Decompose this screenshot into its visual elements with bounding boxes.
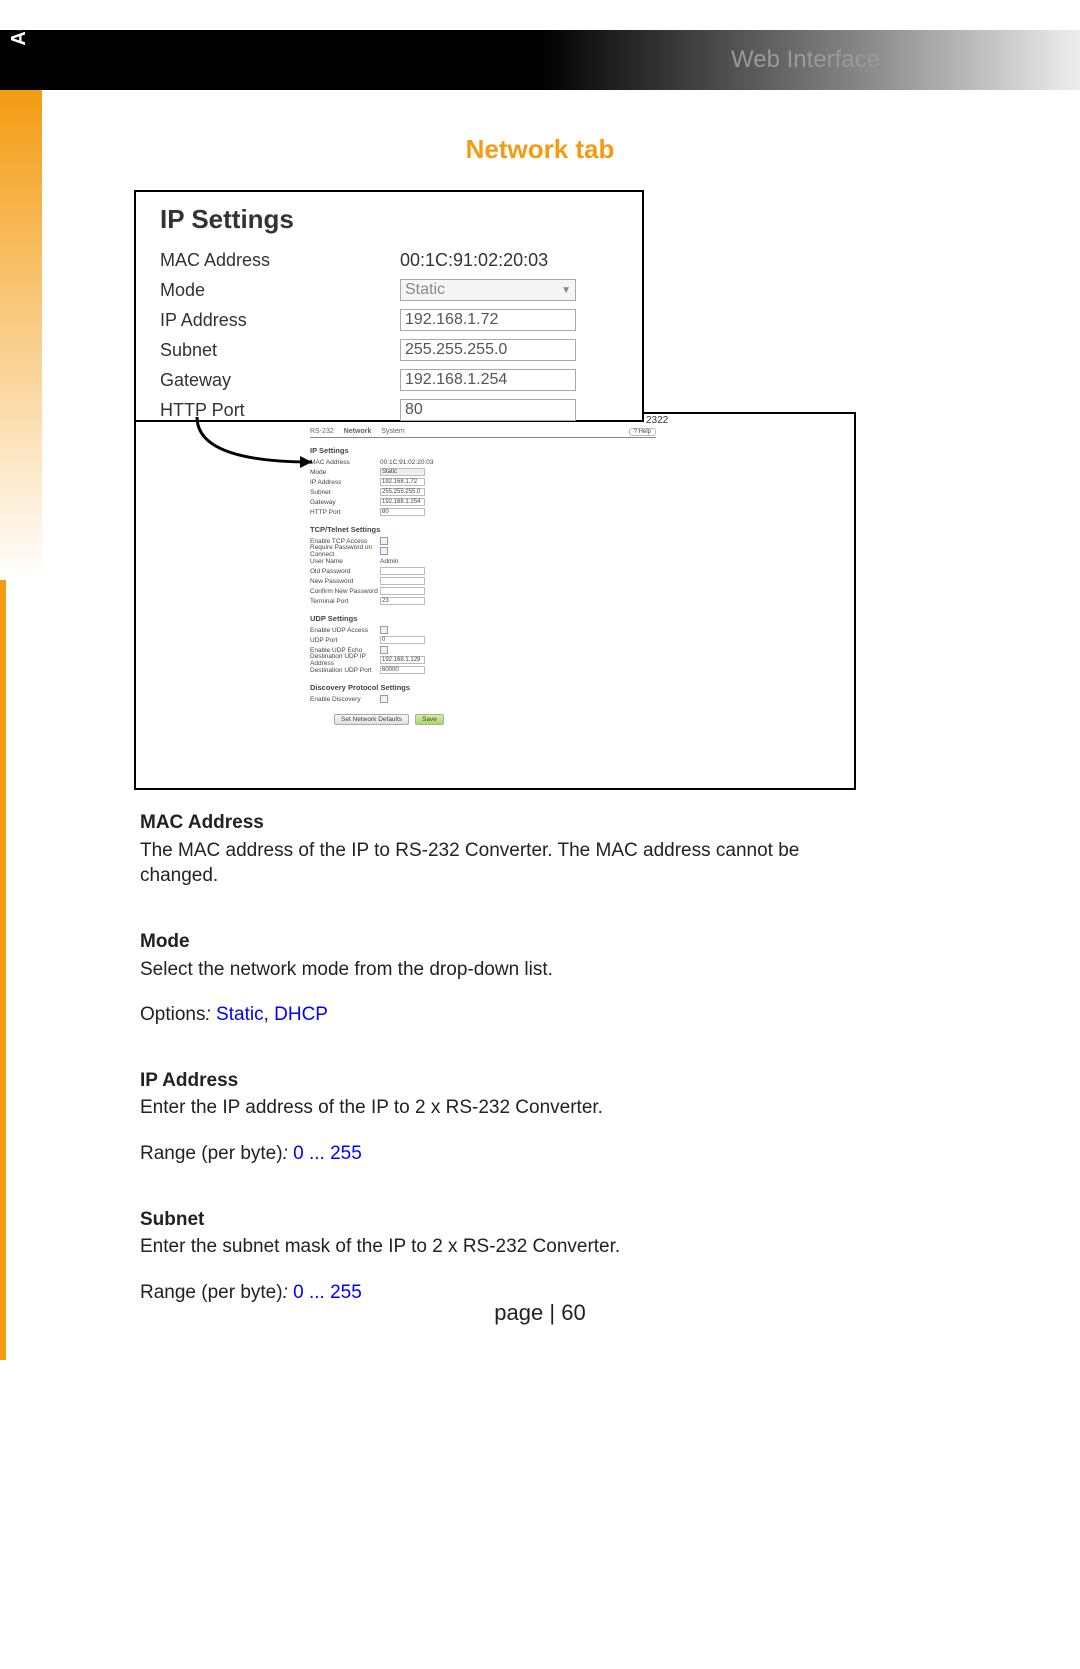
zoom-mac-label: MAC Address bbox=[160, 250, 400, 271]
mini-disc-en-check[interactable] bbox=[380, 695, 388, 703]
page-footer: page | 60 bbox=[0, 1300, 1080, 1326]
mini-subnet-label: Subnet bbox=[310, 489, 380, 496]
zoom-gateway-input[interactable]: 192.168.1.254 bbox=[400, 369, 576, 391]
section-title: Network tab bbox=[0, 134, 1080, 165]
doc-subnet-title: Subnet bbox=[140, 1207, 870, 1233]
mini-gateway-label: Gateway bbox=[310, 499, 380, 506]
mini-mode-select[interactable]: Static bbox=[380, 468, 425, 476]
header-band: Web Interface bbox=[0, 30, 1080, 90]
mini-tcp-req-check[interactable] bbox=[380, 547, 388, 555]
doc-ip-body: Enter the IP address of the IP to 2 x RS… bbox=[140, 1095, 870, 1121]
mini-ip-label: IP Address bbox=[310, 479, 380, 486]
doc-mode-opt1: Static bbox=[216, 1004, 264, 1025]
mini-tcp-term-input[interactable]: 23 bbox=[380, 597, 425, 605]
mini-tcp-conf-label: Confirm New Password bbox=[310, 588, 380, 595]
mini-udp-dip-input[interactable]: 192.168.1.129 bbox=[380, 656, 425, 664]
mini-tcp-title: TCP/Telnet Settings bbox=[310, 525, 656, 534]
mini-mac-value: 00:1C:91:02:20:03 bbox=[380, 459, 434, 466]
doc-ip-range: Range (per byte): 0 ... 255 bbox=[140, 1141, 870, 1167]
mini-help-button[interactable]: ? Help bbox=[629, 428, 656, 436]
footer-label: page bbox=[494, 1300, 543, 1325]
zoom-mode-select[interactable]: Static ▼ bbox=[400, 279, 576, 301]
mini-udp-en-check[interactable] bbox=[380, 626, 388, 634]
mini-mac-label: MAC Address bbox=[310, 459, 380, 466]
doc-mode-options-pre: Options bbox=[140, 1004, 205, 1025]
zoom-gateway-label: Gateway bbox=[160, 370, 400, 391]
mini-udp-echo-check[interactable] bbox=[380, 646, 388, 654]
code-right: 2322 bbox=[646, 415, 668, 426]
zoom-subnet-label: Subnet bbox=[160, 340, 400, 361]
mini-udp-dip-label: Destination UDP IP Address bbox=[310, 653, 380, 667]
mini-tcp-old-input[interactable] bbox=[380, 567, 425, 575]
mini-http-label: HTTP Port bbox=[310, 509, 380, 516]
mini-subnet-input[interactable]: 255.255.255.0 bbox=[380, 488, 425, 496]
mini-udp-port-label: UDP Port bbox=[310, 637, 380, 644]
header-title: Web Interface bbox=[731, 46, 880, 74]
mini-tab-network[interactable]: Network bbox=[344, 428, 372, 436]
mini-tcp-user-value: Admin bbox=[380, 558, 398, 565]
doc-ip-range-val: 0 ... 255 bbox=[293, 1143, 362, 1164]
mini-tcp-new-input[interactable] bbox=[380, 577, 425, 585]
mini-udp-port-input[interactable]: 0 bbox=[380, 636, 425, 644]
doc-subnet-body: Enter the subnet mask of the IP to 2 x R… bbox=[140, 1234, 870, 1260]
doc-ip-title: IP Address bbox=[140, 1068, 870, 1094]
mini-mode-label: Mode bbox=[310, 469, 380, 476]
chevron-down-icon: ▼ bbox=[561, 285, 571, 296]
mini-save-button[interactable]: Save bbox=[415, 714, 444, 725]
doc-ip-range-pre: Range (per byte) bbox=[140, 1143, 283, 1164]
doc-mode-options: Options: Static, DHCP bbox=[140, 1002, 870, 1028]
mini-tab-system[interactable]: System bbox=[381, 428, 404, 436]
mini-tcp-en-check[interactable] bbox=[380, 537, 388, 545]
mini-disc-en-label: Enable Discovery bbox=[310, 696, 380, 703]
mini-tcp-req-label: Require Password on Connect bbox=[310, 544, 380, 558]
mini-gateway-input[interactable]: 192.168.1.254 bbox=[380, 498, 425, 506]
mini-tcp-conf-input[interactable] bbox=[380, 587, 425, 595]
mini-ip-title: IP Settings bbox=[310, 446, 656, 455]
mini-disc-title: Discovery Protocol Settings bbox=[310, 683, 656, 692]
mini-tcp-old-label: Old Password bbox=[310, 568, 380, 575]
doc-mac-title: MAC Address bbox=[140, 810, 870, 836]
mini-tcp-new-label: New Password bbox=[310, 578, 380, 585]
doc-mode-body: Select the network mode from the drop-do… bbox=[140, 957, 870, 983]
zoom-subnet-input[interactable]: 255.255.255.0 bbox=[400, 339, 576, 361]
mini-tcp-term-label: Terminal Port bbox=[310, 598, 380, 605]
mini-screenshot: RS-232 Network System ? Help IP Settings… bbox=[134, 412, 856, 790]
mini-tcp-user-label: User Name bbox=[310, 558, 380, 565]
mini-ip-input[interactable]: 192.168.1.72 bbox=[380, 478, 425, 486]
doc-mac-body: The MAC address of the IP to RS-232 Conv… bbox=[140, 838, 870, 889]
zoom-http-input[interactable]: 80 bbox=[400, 399, 576, 421]
zoom-ip-input[interactable]: 192.168.1.72 bbox=[400, 309, 576, 331]
mini-udp-dport-label: Destination UDP Port bbox=[310, 667, 380, 674]
zoom-mode-value: Static bbox=[405, 281, 445, 299]
mini-tab-rs232[interactable]: RS-232 bbox=[310, 428, 334, 436]
zoom-http-label: HTTP Port bbox=[160, 400, 400, 421]
mini-defaults-button[interactable]: Set Network Defaults bbox=[334, 714, 409, 725]
mini-http-input[interactable]: 80 bbox=[380, 508, 425, 516]
doc-mode-opt2: DHCP bbox=[274, 1004, 328, 1025]
footer-number: 60 bbox=[561, 1300, 585, 1325]
doc-mode-title: Mode bbox=[140, 929, 870, 955]
doc-body: MAC Address The MAC address of the IP to… bbox=[140, 810, 870, 1346]
mini-udp-dport-input[interactable]: 60000 bbox=[380, 666, 425, 674]
zoom-heading: IP Settings bbox=[160, 204, 618, 235]
zoom-ip-label: IP Address bbox=[160, 310, 400, 331]
mini-tabs: RS-232 Network System ? Help bbox=[310, 428, 656, 438]
zoom-mac-value: 00:1C:91:02:20:03 bbox=[400, 250, 548, 271]
zoom-mode-label: Mode bbox=[160, 280, 400, 301]
mini-udp-en-label: Enable UDP Access bbox=[310, 627, 380, 634]
mini-udp-title: UDP Settings bbox=[310, 614, 656, 623]
zoom-panel: IP Settings MAC Address00:1C:91:02:20:03… bbox=[134, 190, 644, 422]
side-tab-label: Advanced Operation bbox=[8, 0, 31, 100]
